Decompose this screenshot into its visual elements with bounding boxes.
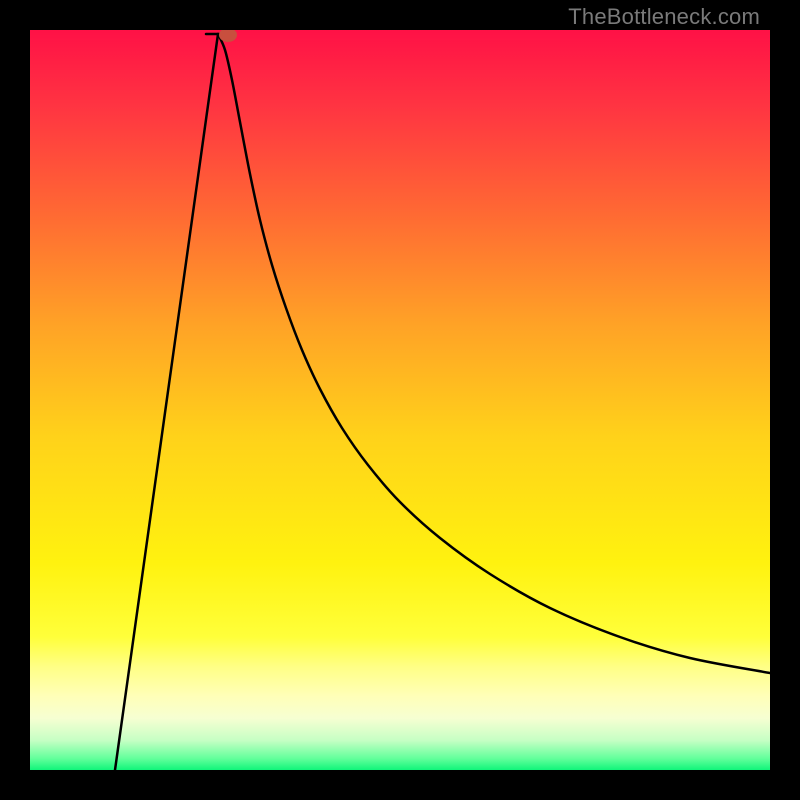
chart-area <box>30 30 770 770</box>
outer-frame: TheBottleneck.com <box>0 0 800 800</box>
attribution-text: TheBottleneck.com <box>568 4 760 30</box>
gradient-background <box>30 30 770 770</box>
chart-svg <box>30 30 770 770</box>
